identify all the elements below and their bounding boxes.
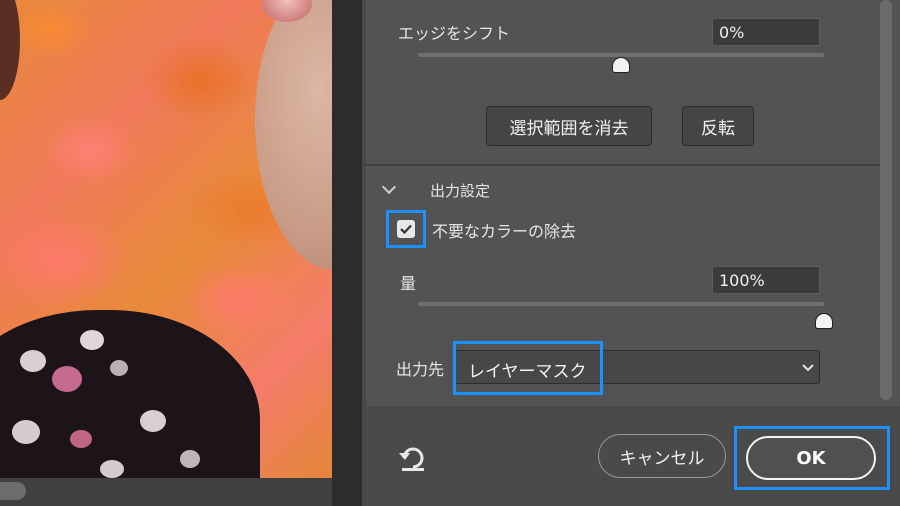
photo-flower bbox=[180, 450, 200, 468]
photo-flower bbox=[100, 460, 124, 478]
canvas-scroll-thumb[interactable] bbox=[0, 482, 26, 500]
photo-face bbox=[255, 0, 332, 270]
cancel-button[interactable]: キャンセル bbox=[598, 434, 726, 478]
photo-hair bbox=[0, 0, 20, 100]
checkmark-icon bbox=[400, 224, 412, 234]
clear-selection-button[interactable]: 選択範囲を消去 bbox=[486, 106, 652, 146]
shift-edge-slider-thumb[interactable] bbox=[613, 58, 629, 72]
section-divider bbox=[366, 164, 880, 166]
shift-edge-slider-track[interactable] bbox=[418, 53, 824, 57]
decontaminate-checkbox[interactable] bbox=[397, 220, 415, 238]
photo-flower bbox=[52, 366, 82, 392]
chevron-down-icon[interactable] bbox=[802, 364, 814, 372]
amount-input[interactable] bbox=[712, 266, 820, 294]
shift-edge-label: エッジをシフト bbox=[398, 24, 511, 43]
shift-edge-input[interactable] bbox=[712, 18, 820, 46]
reset-icon[interactable] bbox=[398, 444, 428, 472]
photo-flower bbox=[20, 350, 46, 372]
amount-label: 量 bbox=[400, 274, 417, 293]
invert-button[interactable]: 反転 bbox=[682, 106, 754, 146]
photo-flower bbox=[12, 420, 40, 444]
amount-slider-thumb[interactable] bbox=[816, 314, 832, 328]
photo-flower bbox=[70, 430, 92, 448]
decontaminate-label: 不要なカラーの除去 bbox=[432, 222, 577, 241]
amount-slider-track[interactable] bbox=[418, 302, 824, 306]
dialog-footer: キャンセル OK bbox=[366, 406, 900, 506]
canvas-horizontal-scrollbar[interactable] bbox=[0, 478, 332, 506]
ok-button[interactable]: OK bbox=[746, 436, 876, 480]
output-to-label: 出力先 bbox=[396, 360, 445, 379]
photo-dress bbox=[0, 310, 260, 478]
photo-flower bbox=[80, 330, 104, 350]
output-to-value: レイヤーマスク bbox=[468, 362, 587, 382]
image-canvas[interactable] bbox=[0, 0, 332, 478]
photo-flower bbox=[140, 410, 166, 432]
panel-scrollbar[interactable] bbox=[880, 0, 892, 400]
chevron-down-icon[interactable] bbox=[381, 179, 397, 195]
panel-gutter bbox=[332, 0, 362, 506]
photo-flower bbox=[110, 360, 128, 376]
output-settings-title: 出力設定 bbox=[430, 182, 491, 200]
select-and-mask-panel: エッジをシフト 選択範囲を消去 反転 出力設定 不要なカラーの除去 量 出力先 … bbox=[366, 0, 900, 506]
